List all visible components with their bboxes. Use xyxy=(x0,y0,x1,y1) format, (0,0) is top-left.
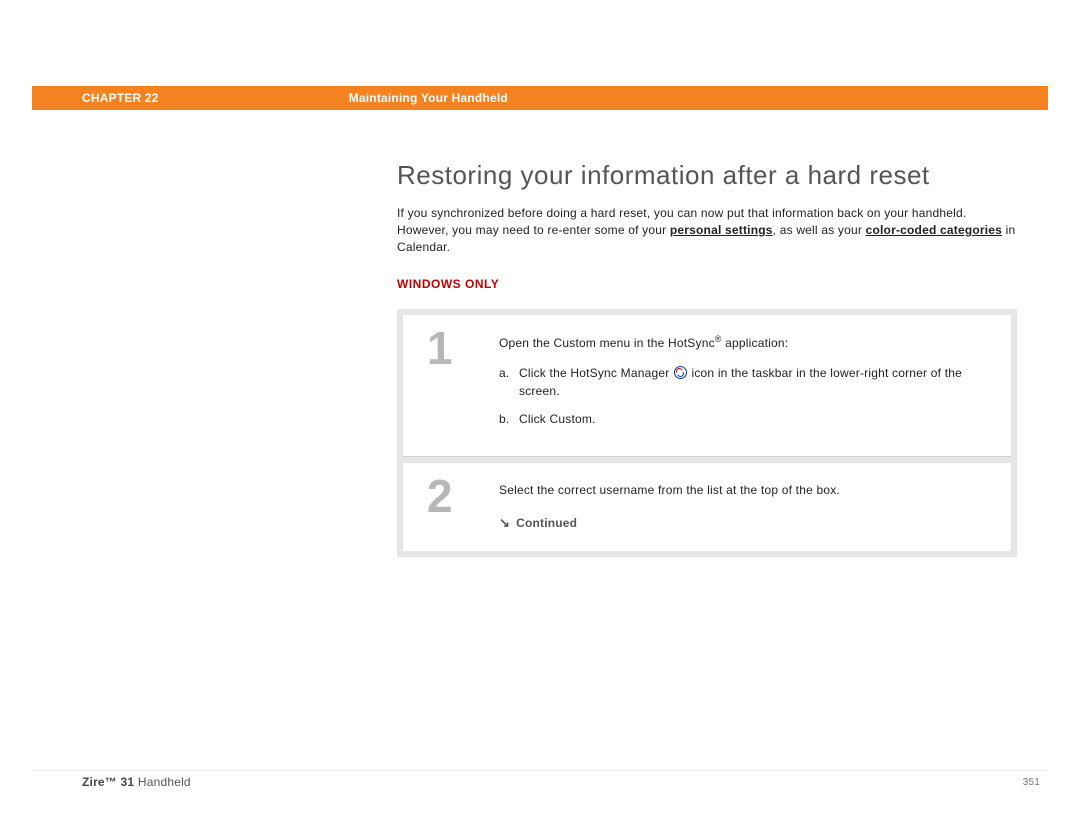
continued-arrow-icon: ↘ xyxy=(499,513,510,533)
step-lead: Open the Custom menu in the HotSync® app… xyxy=(499,333,993,352)
step-2: 2 Select the correct username from the l… xyxy=(403,463,1011,551)
chapter-header-bar: CHAPTER 22 Maintaining Your Handheld xyxy=(32,86,1048,110)
intro-text-2: , as well as your xyxy=(773,223,866,237)
step-body: Open the Custom menu in the HotSync® app… xyxy=(493,315,1011,456)
continued-text: Continued xyxy=(516,514,577,532)
continued-label: ↘ Continued xyxy=(499,513,993,533)
step-body: Select the correct username from the lis… xyxy=(493,463,1011,551)
step-number: 1 xyxy=(403,315,493,456)
substep-text: Click the HotSync Manager icon in the ta… xyxy=(519,364,993,400)
intro-paragraph: If you synchronized before doing a hard … xyxy=(397,205,1017,255)
page-footer: Zire™ 31 Handheld 351 xyxy=(32,770,1048,789)
chapter-label: CHAPTER 22 xyxy=(82,91,159,105)
product-rest: Handheld xyxy=(134,775,191,789)
step-1: 1 Open the Custom menu in the HotSync® a… xyxy=(403,315,1011,457)
registered-mark: ® xyxy=(715,334,722,344)
section-heading: Restoring your information after a hard … xyxy=(397,160,1017,191)
personal-settings-link[interactable]: personal settings xyxy=(670,223,773,237)
chapter-title: Maintaining Your Handheld xyxy=(349,91,508,105)
platform-label: WINDOWS ONLY xyxy=(397,277,1017,291)
substep-marker: a. xyxy=(499,364,519,400)
substep-text-before: Click the HotSync Manager xyxy=(519,366,673,380)
product-bold: Zire™ 31 xyxy=(82,775,134,789)
substep-marker: b. xyxy=(499,410,519,428)
steps-container: 1 Open the Custom menu in the HotSync® a… xyxy=(397,309,1017,557)
step-lead: Select the correct username from the lis… xyxy=(499,481,993,499)
step-number: 2 xyxy=(403,463,493,551)
main-content: Restoring your information after a hard … xyxy=(397,160,1017,557)
hotsync-icon xyxy=(674,366,687,379)
step-lead-text: Open the Custom menu in the HotSync xyxy=(499,336,715,350)
product-name: Zire™ 31 Handheld xyxy=(32,775,191,789)
step-lead-text-after: application: xyxy=(722,336,789,350)
page-number: 351 xyxy=(1023,777,1048,788)
substep-b: b. Click Custom. xyxy=(499,410,993,428)
substep-a: a. Click the HotSync Manager icon in the… xyxy=(499,364,993,400)
substep-text: Click Custom. xyxy=(519,410,993,428)
color-coded-categories-link[interactable]: color-coded categories xyxy=(866,223,1002,237)
